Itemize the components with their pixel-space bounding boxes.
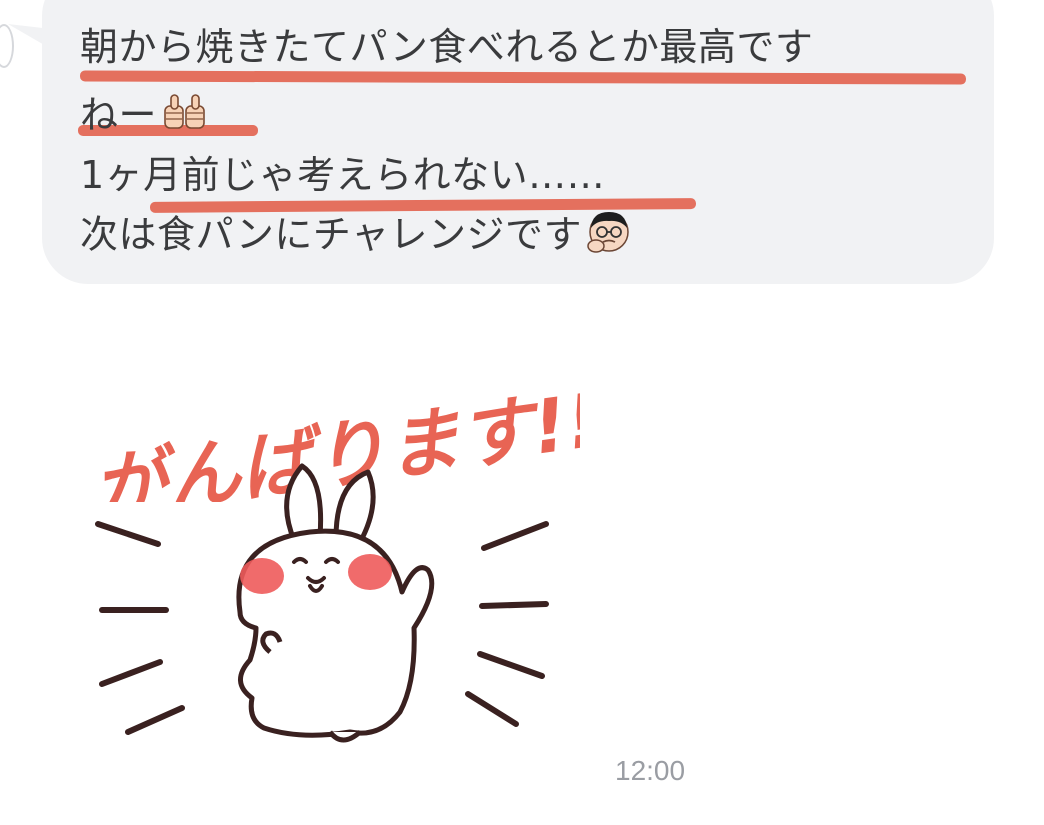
message-text: 1ヶ月前じゃ考えられない…… <box>80 153 606 197</box>
message-timestamp: 12:00 <box>615 755 686 786</box>
thumbs-up-icon <box>161 92 209 144</box>
sticker[interactable]: がんばります!! <box>80 392 580 752</box>
chat-screen: 朝から焼きたてパン食べれるとか最高です ねー 1ヶ月前じゃ考えられない…… 次は… <box>0 0 1044 825</box>
thinking-face-icon <box>586 208 632 266</box>
message-line: ねー <box>80 90 209 144</box>
rabbit-sticker-icon <box>95 463 549 743</box>
message-line: 次は食パンにチャレンジです <box>80 208 632 266</box>
message-text: 朝から焼きたてパン食べれるとか最高です <box>80 25 814 69</box>
message-line: 朝から焼きたてパン食べれるとか最高です <box>80 22 813 72</box>
message-text: 次は食パンにチャレンジです <box>80 212 583 257</box>
message-text: ねー <box>80 93 158 137</box>
avatar[interactable] <box>0 24 14 68</box>
message-line: 1ヶ月前じゃ考えられない…… <box>80 150 605 200</box>
